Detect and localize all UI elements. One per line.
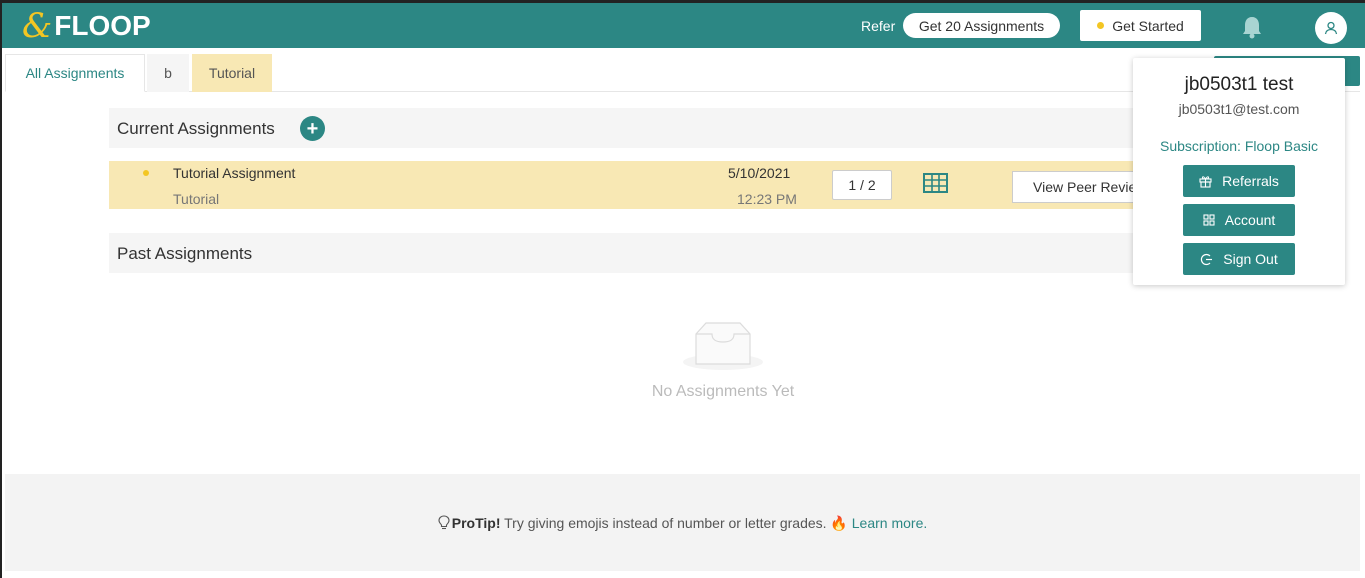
unread-dot-icon xyxy=(143,170,149,176)
account-button[interactable]: Account xyxy=(1183,204,1295,236)
assignment-course: Tutorial xyxy=(173,191,220,207)
submission-count: 1 / 2 xyxy=(832,170,892,200)
lightbulb-icon xyxy=(438,515,450,530)
tab-all-assignments[interactable]: All Assignments xyxy=(5,54,145,92)
current-assignments-title: Current Assignments xyxy=(117,119,275,138)
top-navbar: & FLOOP Refer Get 20 Assignments Get Sta… xyxy=(2,3,1365,48)
gift-icon xyxy=(1199,175,1212,188)
get-started-button[interactable]: Get Started xyxy=(1080,10,1201,41)
status-dot-icon xyxy=(1097,22,1105,29)
learn-more-link[interactable]: Learn more. xyxy=(852,515,927,531)
empty-state-text: No Assignments Yet xyxy=(651,383,795,400)
account-dropdown: jb0503t1 test jb0503t1@test.com Subscrip… xyxy=(1133,58,1345,285)
footer: ProTip! Try giving emojis instead of num… xyxy=(5,474,1360,571)
logo-ampersand-icon: & xyxy=(22,6,53,46)
referrals-button[interactable]: Referrals xyxy=(1183,165,1295,197)
assignment-title[interactable]: Tutorial Assignment xyxy=(173,165,295,181)
past-assignments-header: Past Assignments xyxy=(109,233,1139,273)
sign-out-button[interactable]: Sign Out xyxy=(1183,243,1295,275)
assignment-date: 5/10/2021 xyxy=(728,165,791,181)
floop-logo[interactable]: & FLOOP xyxy=(22,9,151,43)
subscription-link[interactable]: Subscription: Floop Basic xyxy=(1133,138,1345,154)
logout-icon xyxy=(1201,253,1213,265)
sign-out-label: Sign Out xyxy=(1223,251,1278,267)
tab-tutorial[interactable]: Tutorial xyxy=(192,54,272,92)
empty-inbox-icon xyxy=(683,322,763,370)
user-name: jb0503t1 test xyxy=(1184,74,1294,95)
assignment-time: 12:23 PM xyxy=(737,191,797,207)
past-assignments-title: Past Assignments xyxy=(117,244,253,263)
refer-label: Refer xyxy=(861,18,896,34)
account-label: Account xyxy=(1224,212,1276,228)
user-email: jb0503t1@test.com xyxy=(1178,101,1300,117)
current-assignments-header: Current Assignments + xyxy=(109,108,1139,148)
get-started-label: Get Started xyxy=(1112,17,1184,34)
refer-button[interactable]: Get 20 Assignments xyxy=(903,13,1060,38)
view-peer-review-button[interactable]: View Peer Review xyxy=(1012,171,1139,203)
user-icon xyxy=(1324,21,1338,35)
bell-icon[interactable] xyxy=(1241,15,1263,39)
add-assignment-button[interactable]: + xyxy=(300,116,325,141)
referrals-label: Referrals xyxy=(1222,173,1279,189)
protip: ProTip! Try giving emojis instead of num… xyxy=(5,515,1360,532)
gradebook-grid-icon[interactable] xyxy=(923,173,948,193)
tab-b[interactable]: b xyxy=(147,54,189,92)
protip-label: ProTip! xyxy=(451,515,501,531)
assignment-row[interactable]: Tutorial Assignment Tutorial 5/10/2021 1… xyxy=(109,161,1139,209)
logo-text: FLOOP xyxy=(54,10,151,41)
protip-text: Try giving emojis instead of number or l… xyxy=(500,515,852,531)
grid-icon xyxy=(1203,214,1215,226)
user-avatar-button[interactable] xyxy=(1315,12,1347,44)
